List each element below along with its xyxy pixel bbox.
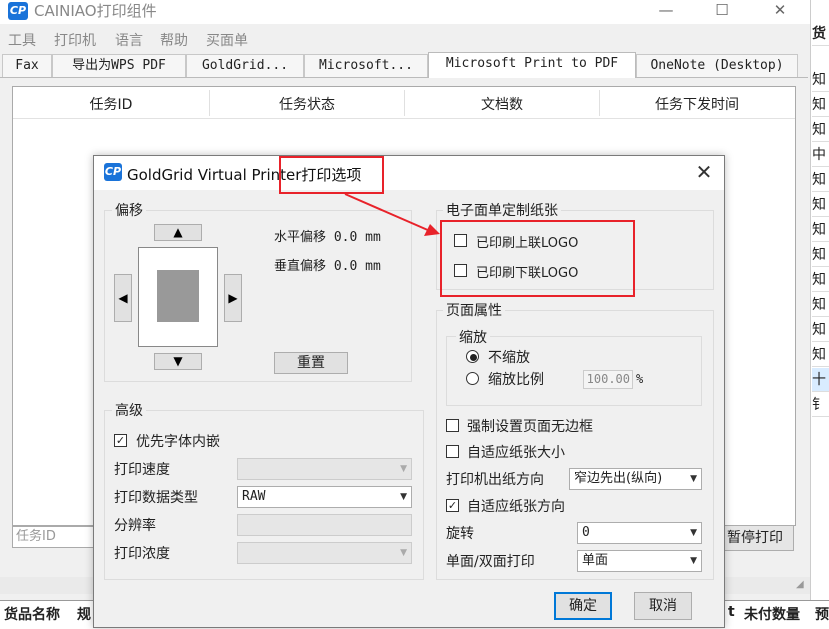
annotation-arrow [344, 193, 440, 236]
